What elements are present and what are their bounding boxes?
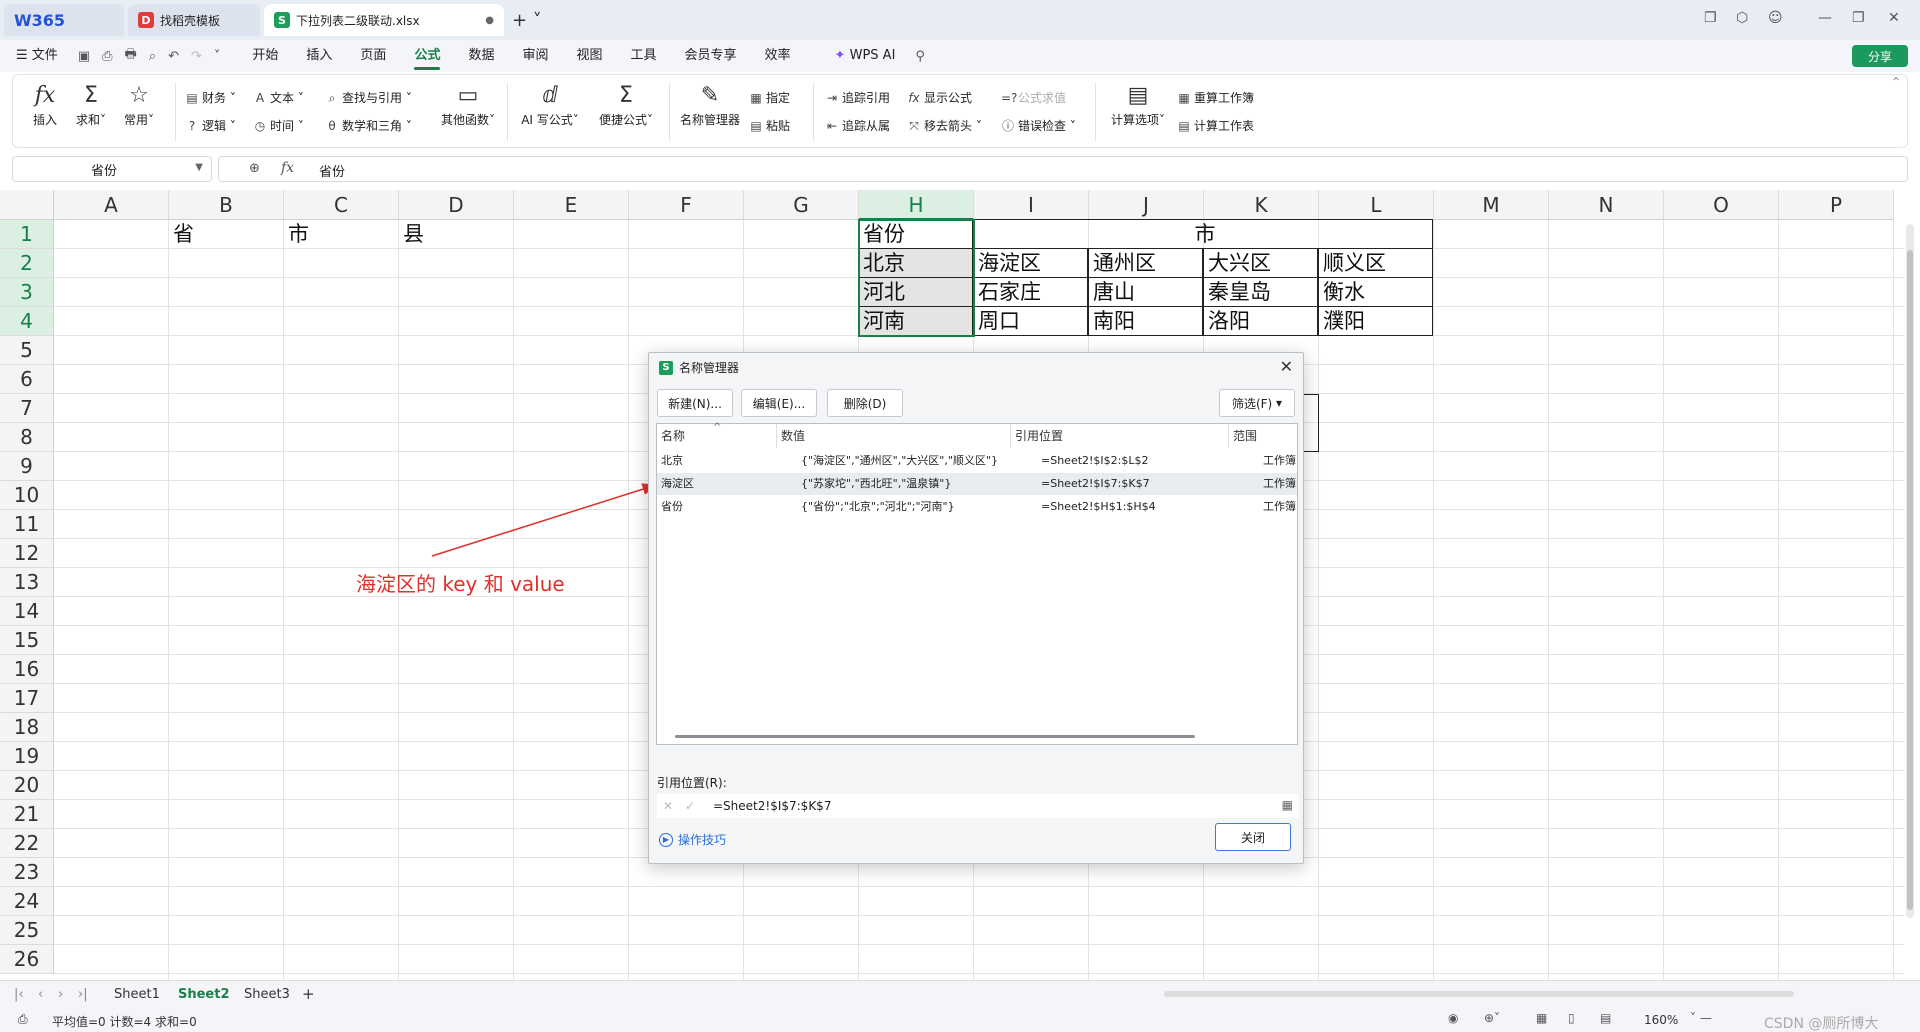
horizontal-scrollbar[interactable] [1164,991,1794,997]
row-name: 海淀区 [661,477,694,490]
eye-protect-icon[interactable]: ◉ [1448,1011,1458,1025]
sheet-tab-3[interactable]: Sheet3 [244,987,290,1002]
cancel-icon[interactable]: ✕ [657,795,679,817]
col-header-ref[interactable]: 引用位置 [1011,424,1229,448]
spreadsheet-icon: S [659,360,673,375]
prev-sheet-icon[interactable]: ‹ [38,987,43,1002]
row-ref: =Sheet2!$I$2:$L$2 [1041,454,1149,467]
arrow-line [431,483,658,557]
row-name: 北京 [661,454,683,467]
name-list-row[interactable]: 海淀区 {"苏家坨","西北旺","温泉镇"} =Sheet2!$I$7:$K$7 工… [657,473,1297,495]
status-bar: ⎙ 平均值=0 计数=4 求和=0 ◉ ⊕˅ ▦ ▯ ▤ 160% ˅ — CS… [0,1008,1920,1032]
sort-caret-icon: ^ [713,422,722,433]
tips-link[interactable]: ▶ 操作技巧 [659,831,726,848]
row-scope: 工作簿 [1263,500,1296,513]
col-header-value[interactable]: 数值 [777,424,1011,448]
tips-label: 操作技巧 [678,833,727,847]
confirm-check-icon[interactable]: ✓ [679,795,701,817]
next-sheet-icon[interactable]: › [58,987,63,1002]
add-sheet-icon[interactable]: + [302,985,315,1003]
position-icon[interactable]: ⊕˅ [1484,1011,1500,1025]
sheet-tab-2[interactable]: Sheet2 [178,987,230,1002]
dialog-title-bar: S 名称管理器 [659,359,739,376]
row-ref: =Sheet2!$I$7:$K$7 [1041,477,1150,490]
watermark: CSDN @厕所博大 [1764,1016,1879,1032]
name-list-row[interactable]: 北京 {"海淀区","通州区","大兴区","顺义区"} =Sheet2!$I$2:… [657,450,1297,472]
vertical-scroll-thumb[interactable] [1907,250,1913,910]
zoom-out-icon[interactable]: ˅ — [1690,1011,1712,1025]
row-name: 省份 [661,500,683,513]
play-icon: ▶ [659,832,673,847]
dialog-close-icon[interactable]: ✕ [1280,357,1293,376]
page-layout-icon[interactable]: ▯ [1568,1011,1575,1025]
row-ref: =Sheet2!$H$1:$H$4 [1041,500,1156,513]
sheet-tab-1[interactable]: Sheet1 [114,987,160,1002]
macro-icon[interactable]: ⎙ [18,1012,28,1027]
normal-view-icon[interactable]: ▦ [1536,1011,1547,1025]
ref-input-value: =Sheet2!$I$7:$K$7 [713,799,832,813]
col-header-scope[interactable]: 范围 [1229,424,1299,448]
status-stats: 平均值=0 计数=4 求和=0 [52,1015,197,1029]
ref-input[interactable]: ✕ ✓ =Sheet2!$I$7:$K$7 ▦ [657,794,1299,818]
delete-name-button[interactable]: 删除(D) [827,389,903,417]
last-sheet-icon[interactable]: ›| [78,987,88,1002]
row-value: {"省份";"北京";"河北";"河南"} [801,500,955,513]
name-manager-dialog: S 名称管理器 ✕ 新建(N)... 编辑(E)... 删除(D) 筛选(F) ▾… [648,352,1304,864]
row-value: {"海淀区","通州区","大兴区","顺义区"} [801,454,998,467]
new-name-button[interactable]: 新建(N)... [657,389,733,417]
row-value: {"苏家坨","西北旺","温泉镇"} [801,477,952,490]
range-picker-icon[interactable]: ▦ [1282,798,1293,812]
list-horizontal-scrollbar[interactable] [675,735,1195,738]
col-header-name[interactable]: 名称 ^ [657,422,777,448]
edit-name-button[interactable]: 编辑(E)... [741,389,817,417]
name-list-row[interactable]: 省份 {"省份";"北京";"河北";"河南"} =Sheet2!$H$1:$H$4… [657,496,1297,518]
filter-button[interactable]: 筛选(F) ▾ [1219,389,1295,417]
page-break-icon[interactable]: ▤ [1600,1011,1611,1025]
dialog-title: 名称管理器 [679,361,740,375]
first-sheet-icon[interactable]: |‹ [14,987,24,1002]
names-list[interactable]: 名称 ^ 数值 引用位置 范围 北京 {"海淀区","通州区","大兴区","顺义区… [656,422,1299,745]
sheet-tab-bar: |‹ ‹ › ›| Sheet1 Sheet2 Sheet3 + [0,980,1920,1008]
row-scope: 工作簿 [1263,477,1296,490]
close-dialog-button[interactable]: 关闭 [1215,823,1291,851]
zoom-level[interactable]: 160% [1644,1013,1678,1027]
filter-label: 筛选(F) [1231,396,1273,411]
row-scope: 工作簿 [1263,454,1296,467]
ref-label: 引用位置(R): [657,776,727,790]
